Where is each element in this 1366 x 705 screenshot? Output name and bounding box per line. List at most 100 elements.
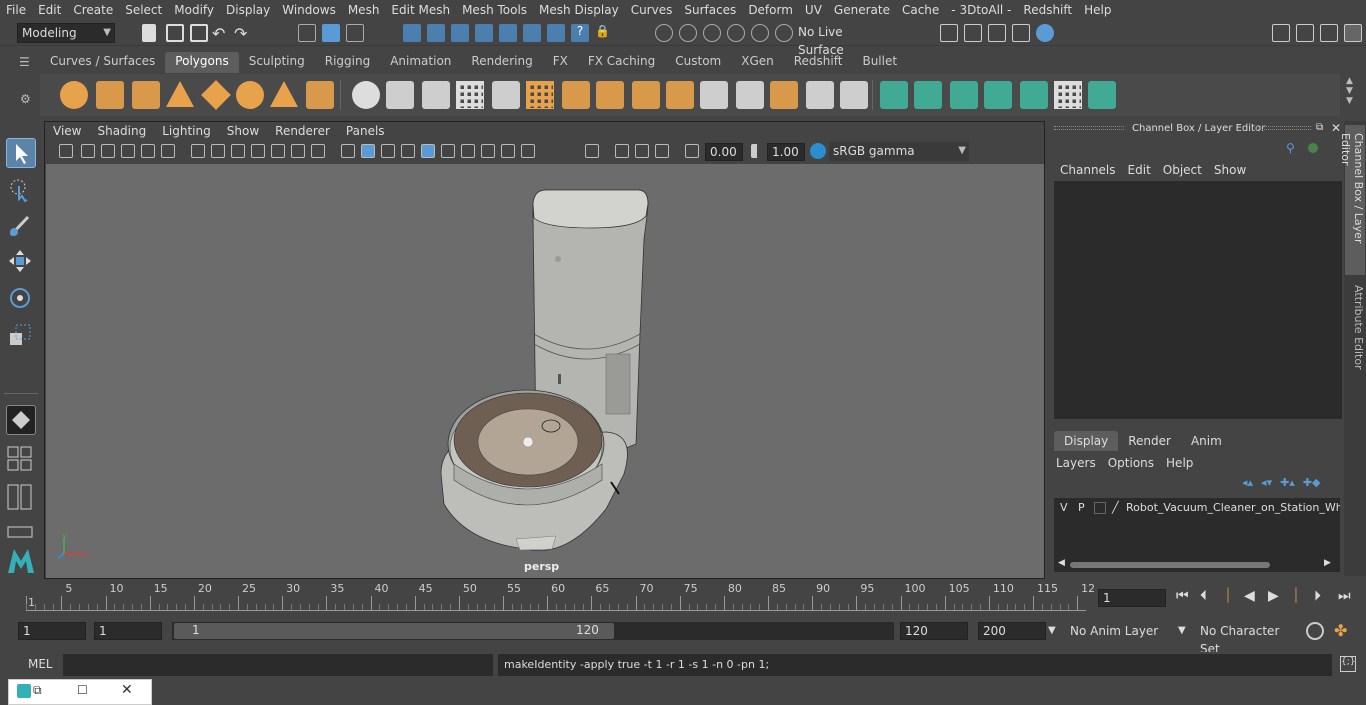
move-tool-icon[interactable] [6,247,36,277]
time-slider[interactable]: 1 5 10 15 20 25 30 35 40 45 50 55 60 65 70 75 80 85 90 95 10… [18,582,1095,612]
lasso-tool-icon[interactable] [6,175,36,205]
menu-cache[interactable]: Cache [896,3,945,17]
grease-pencil-icon[interactable] [161,144,175,158]
camera-attributes-icon[interactable] [81,144,95,158]
visibility-dot-icon[interactable] [1308,143,1318,153]
modeling-toolkit-icon[interactable] [1272,24,1290,42]
layer-menu-options[interactable]: Options [1108,456,1162,470]
magnet-off-icon[interactable] [751,24,769,42]
viewport-menu-panels[interactable]: Panels [338,124,393,138]
render-ipr-icon[interactable] [964,24,982,42]
layer-type-toggle[interactable] [1094,502,1106,514]
shelf-tab-rigging[interactable]: Rigging [315,52,380,73]
multi-cut-icon[interactable] [562,81,590,109]
render-settings-icon[interactable] [1012,24,1030,42]
3d-scene-view[interactable]: yx persp [46,164,1044,578]
planar-uv-icon[interactable] [880,81,908,109]
menu-mesh-tools[interactable]: Mesh Tools [456,3,533,17]
layer-name[interactable]: Robot_Vacuum_Cleaner_on_Station_White [1126,501,1340,514]
bridge-icon[interactable] [632,81,660,109]
soft-select-icon[interactable] [655,24,673,42]
auto-key-icon[interactable] [1306,622,1324,640]
fill-hole-icon[interactable] [736,81,764,109]
shelf-tab-animation[interactable]: Animation [380,52,461,73]
viewport-menu-lighting[interactable]: Lighting [154,124,219,138]
command-language-label[interactable]: MEL [28,657,53,671]
viewport-menu-show[interactable]: Show [219,124,267,138]
start-time-field[interactable]: 1 [18,622,86,640]
menu-curves[interactable]: Curves [625,3,679,17]
robot-vacuum-model[interactable] [46,164,1044,578]
exposure-icon[interactable] [685,144,699,158]
channel-menu-object[interactable]: Object [1157,163,1208,177]
redo-icon[interactable]: ↷ [234,24,252,43]
automatic-uv-icon[interactable] [914,81,942,109]
scroll-left-icon[interactable]: ◀ [1058,558,1065,568]
step-forward-frame-icon[interactable]: ⏐ [1292,588,1300,604]
snap-curve-icon[interactable] [427,24,445,42]
anti-alias-icon[interactable] [521,144,535,158]
hypershade-icon[interactable] [1036,24,1054,42]
layer-playback-toggle[interactable]: P [1078,501,1085,514]
close-icon[interactable]: ✕ [121,682,133,698]
shelf-tab-sculpting[interactable]: Sculpting [239,52,315,73]
menu-uv[interactable]: UV [799,3,828,17]
smooth-icon[interactable] [456,81,484,109]
attribute-editor-toggle-icon[interactable] [1296,24,1314,42]
step-forward-key-icon[interactable]: ⏵ [1314,588,1321,604]
layer-tab-render[interactable]: Render [1118,431,1181,451]
poly-cone-icon[interactable] [166,81,194,107]
float-panel-icon[interactable]: ⧉ [1316,122,1323,133]
command-input[interactable] [63,654,493,676]
layer-menu-layers[interactable]: Layers [1056,456,1104,470]
textured-icon[interactable] [401,144,415,158]
isolate-select-icon[interactable] [585,144,599,158]
snap-toggle-icon[interactable] [6,405,36,435]
lasso-icon[interactable] [703,24,721,42]
gamma-icon[interactable] [751,144,763,158]
camera-icon[interactable] [59,144,73,158]
scale-tool-icon[interactable] [6,321,36,351]
viewport-menu-view[interactable]: View [45,124,89,138]
poly-sphere-icon[interactable] [60,81,88,109]
help-icon[interactable]: ? [571,24,589,42]
chamfer-icon[interactable] [840,81,868,109]
layer-list-scrollbar[interactable]: ◀ ▶ [1058,558,1334,570]
menu-select[interactable]: Select [119,3,168,17]
poly-plane-icon[interactable] [201,80,231,110]
scroll-thumb[interactable] [1070,562,1270,568]
symmetry-shelf-icon[interactable] [1088,81,1116,109]
channel-menu-channels[interactable]: Channels [1054,163,1122,177]
maximize-icon[interactable]: ☐ [77,683,88,697]
go-to-start-icon[interactable]: ⏮ [1176,588,1189,604]
character-set-dropdown[interactable]: No Character Set [1196,622,1300,656]
xray-joints-icon[interactable] [615,144,629,158]
menu-edit-mesh[interactable]: Edit Mesh [385,3,456,17]
channel-menu-show[interactable]: Show [1208,163,1252,177]
shelf-tab-bullet[interactable]: Bullet [852,52,907,73]
lock-icon[interactable]: 🔒 [595,24,613,42]
gear-icon[interactable]: ⚙ [20,92,31,106]
smooth-shade-icon[interactable] [361,144,375,158]
new-scene-icon[interactable] [142,24,156,42]
bookmark-icon[interactable] [101,144,115,158]
append-icon[interactable] [700,81,728,109]
menu-windows[interactable]: Windows [276,3,342,17]
poly-torus-icon[interactable] [236,81,264,109]
lights-icon[interactable] [441,144,455,158]
shadows-icon[interactable] [461,144,475,158]
shelf-tab-fx-caching[interactable]: FX Caching [578,52,665,73]
extrude-icon[interactable] [596,81,624,109]
image-plane-icon[interactable] [121,144,135,158]
shelf-tab-curves-surfaces[interactable]: Curves / Surfaces [40,52,165,73]
move-layer-down-icon[interactable]: ◂▾ [1261,476,1272,489]
menu-generate[interactable]: Generate [828,3,896,17]
playback-start-field[interactable]: 1 [94,622,162,640]
tab-attribute-editor[interactable]: Attribute Editor [1345,285,1365,375]
snap-view-icon[interactable] [475,24,493,42]
channel-menu-edit[interactable]: Edit [1122,163,1157,177]
layer-row[interactable]: V P ╱ Robot_Vacuum_Cleaner_on_Station_Wh… [1054,500,1340,518]
play-backwards-icon[interactable]: ◀ [1244,588,1255,604]
current-frame-field[interactable]: 1 [1098,589,1166,607]
save-scene-icon[interactable] [190,24,208,42]
